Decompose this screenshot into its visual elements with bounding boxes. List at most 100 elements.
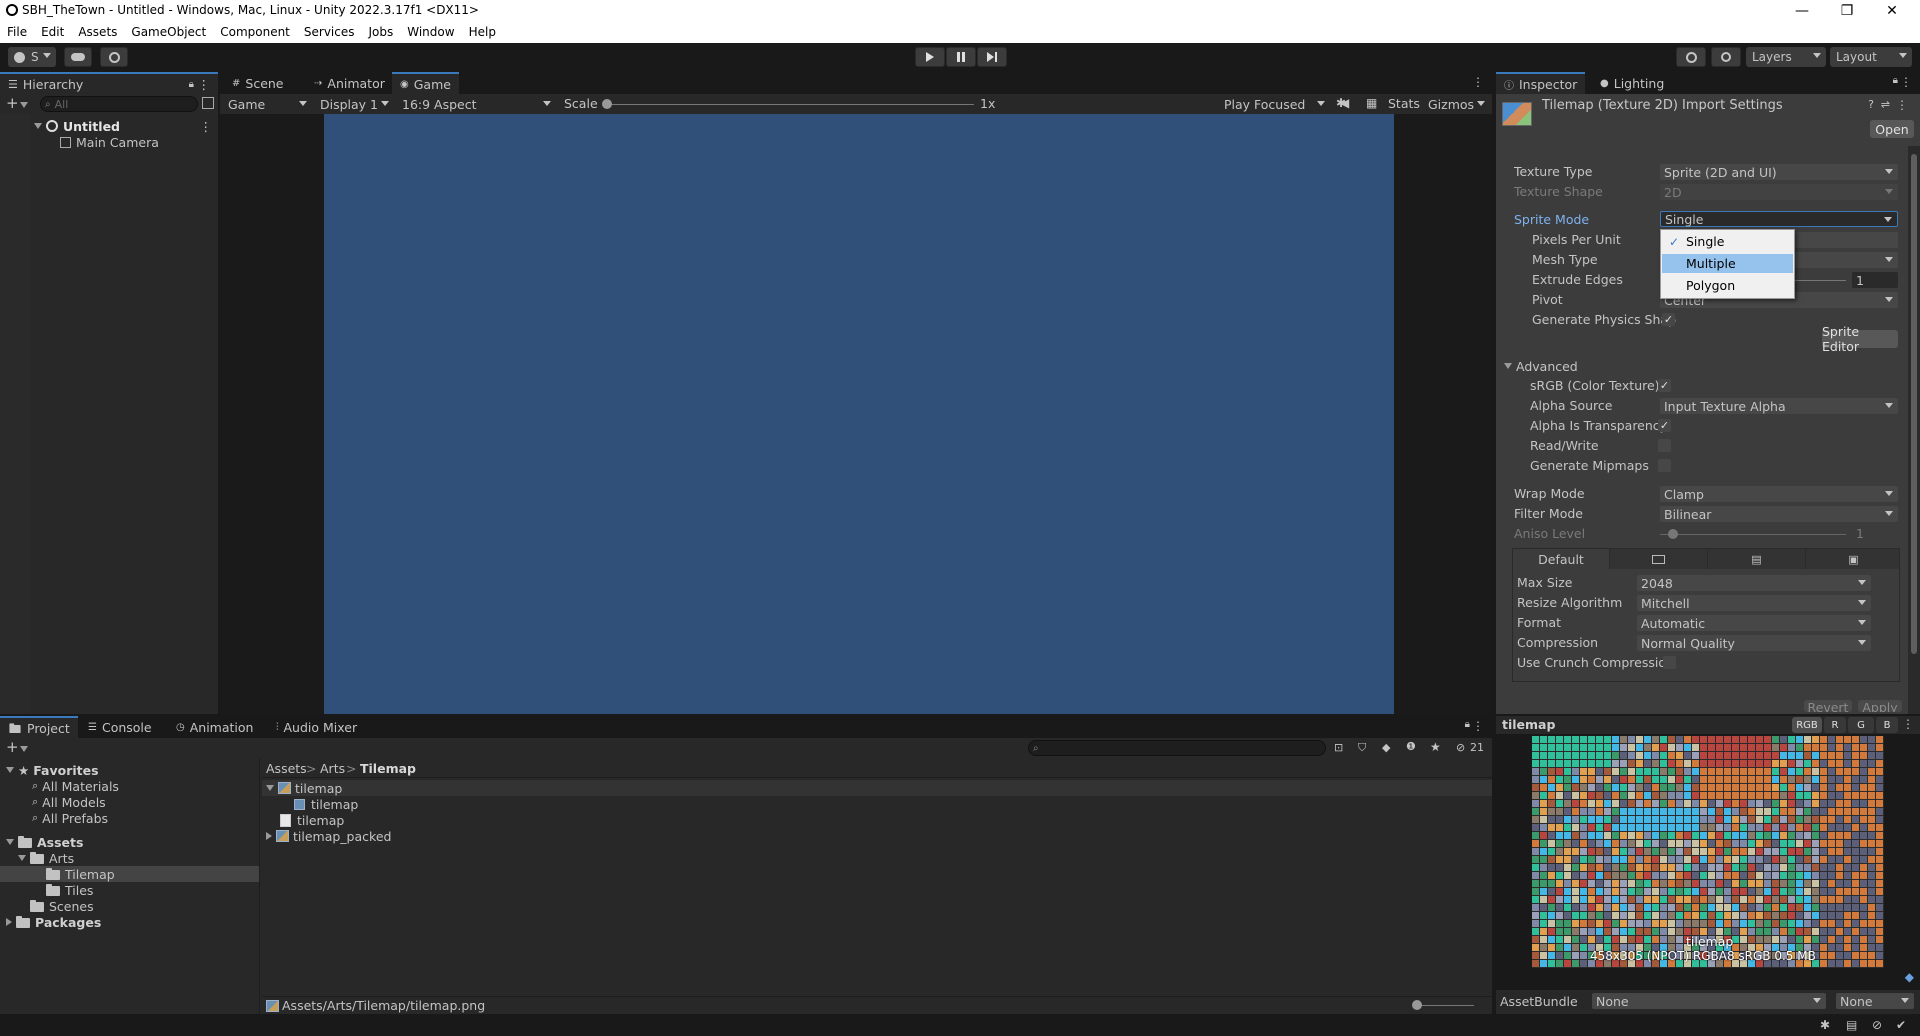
tab-project[interactable]: Project <box>0 716 78 738</box>
lock-icon[interactable]: 🔒︎ <box>1893 75 1898 86</box>
tag-icon[interactable]: ◆ <box>1905 970 1914 984</box>
folder-row-arts[interactable]: Arts <box>18 850 259 866</box>
game-viewport[interactable] <box>220 114 1492 714</box>
alpha-transparency-checkbox[interactable]: ✓ <box>1658 419 1671 432</box>
display-dropdown[interactable]: Display 1 <box>316 96 394 112</box>
platform-tab-default[interactable]: Default <box>1513 549 1609 569</box>
menu-services[interactable]: Services <box>297 22 362 39</box>
menu-file[interactable]: File <box>0 22 34 39</box>
resize-algorithm-dropdown[interactable]: Mitchell <box>1637 595 1871 611</box>
kebab-icon[interactable]: ⋮ <box>1902 717 1914 731</box>
sound-icon[interactable]: ◀ <box>1340 96 1349 110</box>
minimize-button[interactable]: — <box>1780 0 1824 22</box>
tab-animation[interactable]: ◷ Animation <box>168 716 261 738</box>
inspector-scrollbar[interactable] <box>1908 146 1920 714</box>
tab-console[interactable]: ☰ Console <box>80 716 160 738</box>
tab-game[interactable]: ◉ Game <box>392 72 459 94</box>
icon-size-slider-track[interactable] <box>1414 1005 1474 1006</box>
warning-filter-icon[interactable]: ❶ <box>1406 740 1416 753</box>
breadcrumb-assets[interactable]: Assets <box>266 761 307 776</box>
stats-button[interactable]: Stats <box>1388 96 1420 111</box>
menu-component[interactable]: Component <box>213 22 297 39</box>
generate-physics-checkbox[interactable]: ✓ <box>1662 313 1675 326</box>
texture-type-dropdown[interactable]: Sprite (2D and UI) <box>1660 164 1898 180</box>
progress-icon[interactable]: ⊘ <box>1872 1018 1882 1032</box>
file-row[interactable]: tilemap_packed <box>266 828 1492 844</box>
platform-tab-server[interactable]: ▤ <box>1707 549 1805 569</box>
menu-edit[interactable]: Edit <box>34 22 71 39</box>
hidden-packages-icon[interactable]: ⊘ <box>1456 741 1465 754</box>
breadcrumb-tilemap[interactable]: Tilemap <box>360 761 416 776</box>
popup-option-multiple[interactable]: Multiple <box>1662 254 1793 273</box>
kebab-icon[interactable]: ⋮ <box>1472 75 1484 89</box>
platform-tab-standalone[interactable] <box>1609 549 1707 569</box>
assetbundle-name-dropdown[interactable]: None <box>1592 993 1826 1009</box>
bug-icon[interactable]: ✱ <box>1820 1018 1830 1032</box>
folder-row-tiles[interactable]: Tiles <box>46 882 259 898</box>
cloud-button[interactable] <box>64 47 92 67</box>
icon-size-slider-handle[interactable] <box>1412 1000 1422 1010</box>
tag-filter-icon[interactable]: ◆ <box>1382 741 1390 754</box>
kebab-icon[interactable]: ⋮ <box>1896 98 1908 112</box>
play-mode-dropdown[interactable]: Play Focused <box>1220 96 1330 112</box>
search-button[interactable] <box>1711 47 1741 67</box>
advanced-foldout[interactable]: Advanced <box>1504 358 1908 374</box>
collab-button[interactable] <box>100 47 128 67</box>
favorite-item[interactable]: ⌕ All Models <box>32 794 259 810</box>
kebab-icon[interactable]: ⋮ <box>200 119 213 134</box>
search-by-type-icon[interactable]: ⊡ <box>1334 741 1343 754</box>
gen-mipmaps-checkbox[interactable] <box>1658 459 1671 472</box>
channel-rgb-button[interactable]: RGB <box>1792 717 1822 733</box>
help-icon[interactable]: ? <box>1868 98 1874 111</box>
breadcrumb-arts[interactable]: Arts <box>320 761 345 776</box>
tab-inspector[interactable]: ⓘ Inspector <box>1496 72 1586 94</box>
platform-tab-android[interactable]: ▣ <box>1805 549 1901 569</box>
close-button[interactable]: ✕ <box>1870 0 1914 22</box>
extrude-edges-field[interactable]: 1 <box>1852 272 1898 288</box>
favorite-item[interactable]: ⌕ All Materials <box>32 778 259 794</box>
hierarchy-item[interactable]: Main Camera <box>60 134 218 150</box>
aspect-dropdown[interactable]: 16:9 Aspect <box>398 96 556 112</box>
add-dropdown-icon[interactable] <box>20 746 28 752</box>
format-dropdown[interactable]: Automatic <box>1637 615 1871 631</box>
gizmos-dropdown[interactable]: Gizmos <box>1424 96 1490 112</box>
add-icon[interactable]: + <box>6 94 19 112</box>
channel-r-button[interactable]: R <box>1824 717 1846 733</box>
tab-lighting[interactable]: ● Lighting <box>1592 72 1672 94</box>
wrap-mode-dropdown[interactable]: Clamp <box>1660 486 1898 502</box>
history-button[interactable] <box>1676 47 1706 67</box>
inspector-scrollbar-thumb[interactable] <box>1911 154 1917 654</box>
popup-option-single[interactable]: ✓ Single <box>1662 232 1793 251</box>
max-size-dropdown[interactable]: 2048 <box>1637 575 1871 591</box>
add-dropdown-icon[interactable] <box>20 102 28 108</box>
tab-audio-mixer[interactable]: ⫶ Audio Mixer <box>268 716 365 738</box>
layout-dropdown[interactable]: Layout <box>1830 47 1912 67</box>
preset-icon[interactable]: ⇌ <box>1881 98 1890 111</box>
project-search-input[interactable]: ⌕ <box>1028 740 1326 756</box>
srgb-checkbox[interactable]: ✓ <box>1658 379 1671 392</box>
popup-option-polygon[interactable]: Polygon <box>1662 276 1793 295</box>
stats-grid-icon[interactable]: ▦ <box>1366 96 1377 110</box>
channel-b-button[interactable]: B <box>1876 717 1898 733</box>
file-row[interactable]: tilemap <box>280 812 1492 828</box>
search-filter-icon[interactable] <box>202 97 214 109</box>
tab-animator[interactable]: ⇢ Animator <box>306 72 393 94</box>
scale-slider-handle[interactable] <box>602 99 612 109</box>
file-row[interactable]: tilemap <box>262 780 1492 796</box>
kebab-icon[interactable]: ⋮ <box>198 77 211 92</box>
step-button[interactable] <box>977 47 1007 67</box>
filter-mode-dropdown[interactable]: Bilinear <box>1660 506 1898 522</box>
read-write-checkbox[interactable] <box>1658 439 1671 452</box>
sprite-editor-button[interactable]: Sprite Editor <box>1822 324 1898 354</box>
assetbundle-variant-dropdown[interactable]: None <box>1836 993 1914 1009</box>
expand-arrow-icon[interactable] <box>34 123 42 129</box>
channel-g-button[interactable]: G <box>1848 717 1874 733</box>
account-dropdown[interactable]: S <box>8 47 56 67</box>
maximize-button[interactable]: ❐ <box>1825 0 1869 22</box>
compression-dropdown[interactable]: Normal Quality <box>1637 635 1871 651</box>
favorite-star-icon[interactable]: ★ <box>1430 740 1441 754</box>
game-view-dropdown[interactable]: Game <box>224 96 312 112</box>
assets-root-row[interactable]: Assets <box>6 834 259 850</box>
lock-icon[interactable]: 🔒︎ <box>189 79 194 90</box>
tab-hierarchy[interactable]: ☰ Hierarchy 🔒︎ ⋮ <box>0 72 218 94</box>
